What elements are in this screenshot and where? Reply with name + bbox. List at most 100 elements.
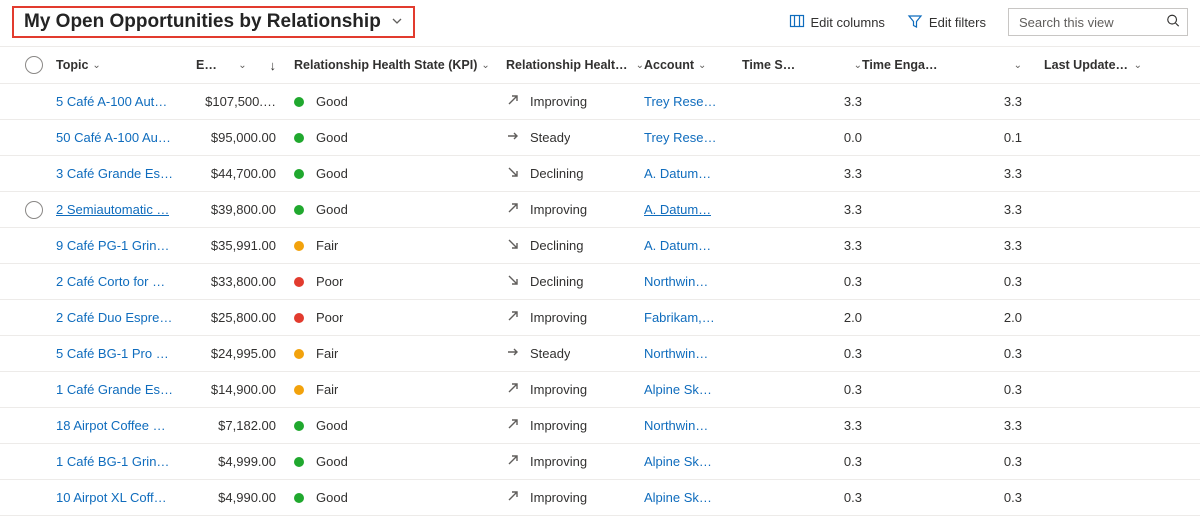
topic-cell: 1 Café Grande Es… bbox=[56, 382, 196, 397]
col-last-updated[interactable]: Last Updated (KPI) ⌄ bbox=[1022, 58, 1142, 72]
health-dot-icon bbox=[294, 385, 304, 395]
time-engaged-cell: 3.3 bbox=[862, 202, 1022, 217]
account-link[interactable]: Alpine Sk… bbox=[644, 454, 712, 469]
table-row[interactable]: 1 Café BG-1 Grin…$4,999.00GoodImprovingA… bbox=[0, 444, 1200, 480]
trend-cell: Steady bbox=[506, 345, 644, 362]
table-row[interactable]: 9 Café PG-1 Grin…$35,991.00FairDeclining… bbox=[0, 228, 1200, 264]
time-spent-cell: 0.3 bbox=[742, 382, 862, 397]
account-link[interactable]: Northwin… bbox=[644, 274, 708, 289]
edit-filters-button[interactable]: Edit filters bbox=[907, 13, 986, 32]
time-spent-cell: 0.0 bbox=[742, 130, 862, 145]
health-cell: Good bbox=[276, 418, 506, 433]
topic-link[interactable]: 3 Café Grande Es… bbox=[56, 166, 173, 181]
account-link[interactable]: A. Datum… bbox=[644, 166, 711, 181]
table-row[interactable]: 2 Café Corto for …$33,800.00PoorDeclinin… bbox=[0, 264, 1200, 300]
time-engaged-cell: 3.3 bbox=[862, 238, 1022, 253]
col-health-trend-label: Relationship Health … bbox=[506, 58, 632, 72]
table-row[interactable]: 5 Café BG-1 Pro …$24,995.00FairSteadyNor… bbox=[0, 336, 1200, 372]
health-label: Good bbox=[316, 130, 348, 145]
topic-link[interactable]: 2 Café Duo Espre… bbox=[56, 310, 172, 325]
col-account[interactable]: Account ⌄ bbox=[644, 58, 742, 72]
select-all-cell[interactable] bbox=[12, 56, 56, 74]
health-dot-icon bbox=[294, 133, 304, 143]
table-row[interactable]: 3 Café Grande Es…$44,700.00GoodDeclining… bbox=[0, 156, 1200, 192]
time-spent-value: 0.0 bbox=[742, 130, 862, 145]
row-selector[interactable] bbox=[12, 201, 56, 219]
account-cell: Northwin… bbox=[644, 274, 742, 289]
table-row[interactable]: 18 Airpot Coffee …$7,182.00GoodImproving… bbox=[0, 408, 1200, 444]
topic-link[interactable]: 5 Café BG-1 Pro … bbox=[56, 346, 169, 361]
account-link[interactable]: Northwin… bbox=[644, 418, 708, 433]
view-selector[interactable]: My Open Opportunities by Relationship bbox=[12, 6, 415, 38]
table-row[interactable]: 10 Airpot XL Coff…$4,990.00GoodImproving… bbox=[0, 480, 1200, 516]
trend-label: Steady bbox=[530, 346, 570, 361]
health-label: Good bbox=[316, 166, 348, 181]
time-spent-cell: 3.3 bbox=[742, 202, 862, 217]
edit-columns-button[interactable]: Edit columns bbox=[789, 13, 885, 32]
account-cell: Alpine Sk… bbox=[644, 490, 742, 505]
est-re-cell: $107,500.… bbox=[196, 94, 276, 109]
chevron-down-icon: ⌄ bbox=[944, 60, 1022, 71]
topic-link[interactable]: 9 Café PG-1 Grin… bbox=[56, 238, 169, 253]
topic-link[interactable]: 2 Semiautomatic … bbox=[56, 202, 169, 217]
topic-link[interactable]: 10 Airpot XL Coff… bbox=[56, 490, 167, 505]
col-time-spent[interactable]: Time Spent by T… ⌄ bbox=[742, 58, 862, 72]
health-dot-icon bbox=[294, 457, 304, 467]
table-row[interactable]: 50 Café A-100 Au… $95,000.00 Good Steady Tre… bbox=[0, 120, 1200, 156]
account-cell: Northwin… bbox=[644, 418, 742, 433]
account-link[interactable]: A. Datum… bbox=[644, 202, 711, 217]
search-icon[interactable] bbox=[1166, 14, 1180, 31]
col-health-state[interactable]: Relationship Health State (KPI) ⌄ bbox=[276, 58, 506, 72]
time-engaged-value: 3.3 bbox=[862, 418, 1022, 433]
account-link[interactable]: Trey Rese… bbox=[644, 94, 716, 109]
topic-link[interactable]: 1 Café Grande Es… bbox=[56, 382, 173, 397]
account-cell: Trey Rese… bbox=[644, 94, 742, 109]
circle-icon bbox=[25, 201, 43, 219]
account-link[interactable]: Fabrikam,… bbox=[644, 310, 715, 325]
account-link[interactable]: Alpine Sk… bbox=[644, 490, 712, 505]
est-re-cell: $44,700.00 bbox=[196, 166, 276, 181]
topic-cell: 2 Semiautomatic … bbox=[56, 202, 196, 217]
account-link[interactable]: A. Datum… bbox=[644, 238, 711, 253]
col-time-engaged[interactable]: Time Engaged with Cust… ⌄ bbox=[862, 58, 1022, 72]
col-topic[interactable]: Topic ⌄ bbox=[56, 58, 196, 72]
time-engaged-cell: 3.3 bbox=[862, 418, 1022, 433]
time-spent-value: 3.3 bbox=[742, 202, 862, 217]
topic-link[interactable]: 50 Café A-100 Au… bbox=[56, 130, 171, 145]
col-health-trend[interactable]: Relationship Health … ⌄ bbox=[506, 58, 644, 72]
topic-link[interactable]: 2 Café Corto for … bbox=[56, 274, 165, 289]
topic-link[interactable]: 1 Café BG-1 Grin… bbox=[56, 454, 169, 469]
col-time-engaged-label: Time Engaged with Cust… bbox=[862, 58, 940, 72]
health-label: Fair bbox=[316, 382, 338, 397]
time-engaged-cell: 0.3 bbox=[862, 454, 1022, 469]
search-input[interactable] bbox=[1008, 8, 1188, 36]
topic-link[interactable]: 5 Café A-100 Aut… bbox=[56, 94, 167, 109]
account-link[interactable]: Alpine Sk… bbox=[644, 382, 712, 397]
account-cell: A. Datum… bbox=[644, 202, 742, 217]
trend-declining-icon bbox=[506, 273, 520, 290]
table-row[interactable]: 2 Café Duo Espre…$25,800.00PoorImproving… bbox=[0, 300, 1200, 336]
account-link[interactable]: Trey Rese… bbox=[644, 130, 716, 145]
time-engaged-value: 3.3 bbox=[862, 94, 1022, 109]
opportunity-grid: Topic ⌄ Est. Re… ⌄ ↓ Relationship Health… bbox=[0, 46, 1200, 516]
table-row[interactable]: 5 Café A-100 Aut…$107,500.…GoodImproving… bbox=[0, 84, 1200, 120]
trend-label: Improving bbox=[530, 202, 587, 217]
time-spent-cell: 3.3 bbox=[742, 238, 862, 253]
health-label: Good bbox=[316, 418, 348, 433]
est-re-value: $95,000.00 bbox=[196, 130, 276, 145]
table-row[interactable]: 1 Café Grande Es…$14,900.00FairImproving… bbox=[0, 372, 1200, 408]
col-est-re[interactable]: Est. Re… ⌄ ↓ bbox=[196, 58, 276, 73]
time-spent-value: 3.3 bbox=[742, 166, 862, 181]
est-re-cell: $4,990.00 bbox=[196, 490, 276, 505]
time-spent-value: 3.3 bbox=[742, 418, 862, 433]
account-link[interactable]: Northwin… bbox=[644, 346, 708, 361]
edit-filters-label: Edit filters bbox=[929, 15, 986, 30]
topic-link[interactable]: 18 Airpot Coffee … bbox=[56, 418, 166, 433]
trend-declining-icon bbox=[506, 165, 520, 182]
topic-cell: 50 Café A-100 Au… bbox=[56, 130, 196, 145]
sort-down-icon: ↓ bbox=[253, 58, 276, 73]
trend-label: Steady bbox=[530, 130, 570, 145]
account-cell: A. Datum… bbox=[644, 238, 742, 253]
topic-cell: 1 Café BG-1 Grin… bbox=[56, 454, 196, 469]
table-row[interactable]: 2 Semiautomatic …$39,800.00GoodImproving… bbox=[0, 192, 1200, 228]
